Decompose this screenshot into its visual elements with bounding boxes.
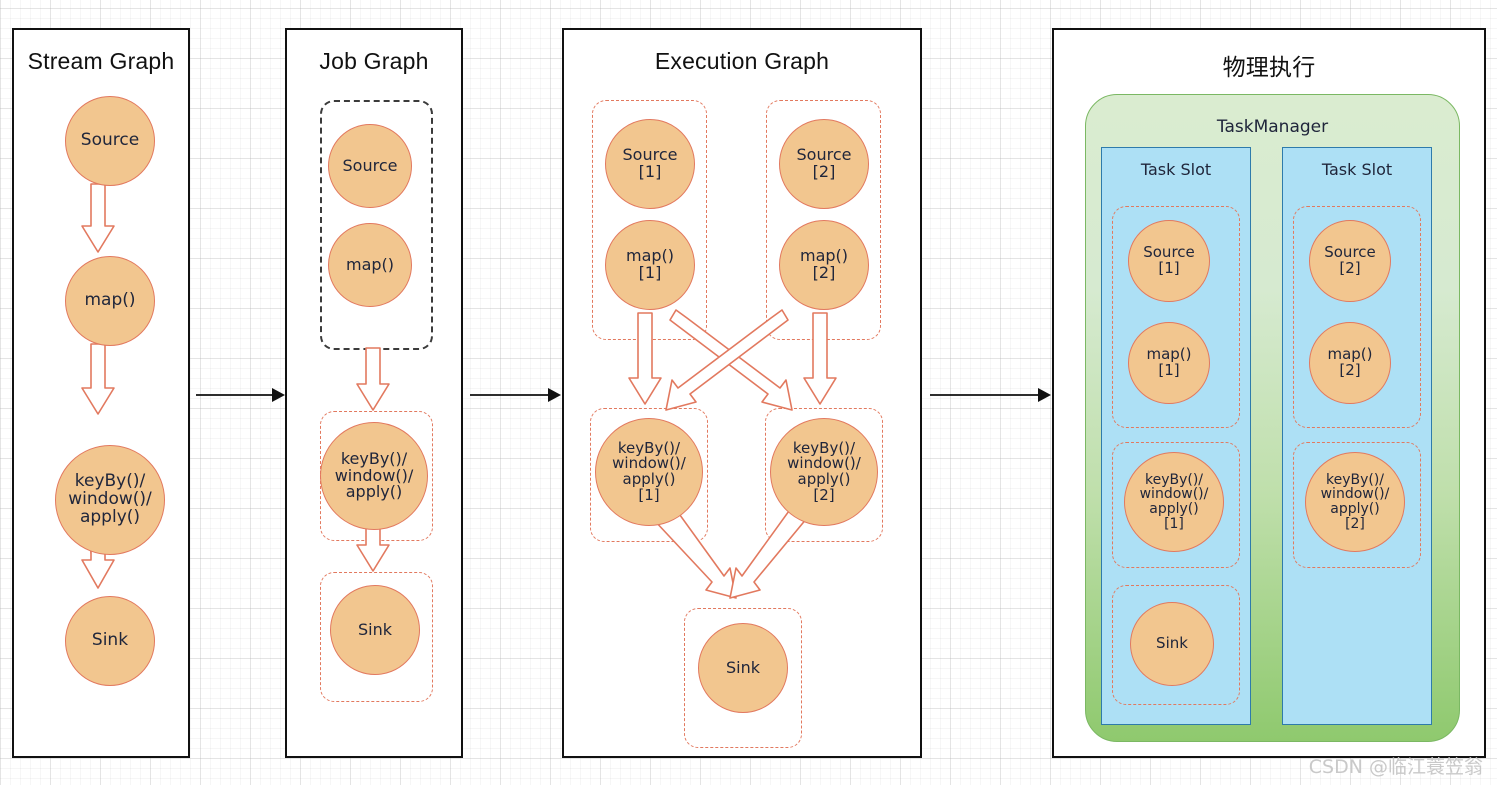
- panel-connector-2: [470, 388, 561, 402]
- node-map: map(): [328, 223, 412, 307]
- node-sink: Sink: [698, 623, 788, 713]
- node-source-1: Source [1]: [1128, 220, 1210, 302]
- node-keyby-window-apply-1: keyBy()/ window()/ apply() [1]: [595, 418, 703, 526]
- node-source-1: Source [1]: [605, 119, 695, 209]
- node-source: Source: [65, 96, 155, 186]
- node-source: Source: [328, 124, 412, 208]
- node-map: map(): [65, 256, 155, 346]
- watermark-text: CSDN @临江蓑笠翁: [1308, 756, 1483, 778]
- panel-job-graph: Job Graph Source map() keyBy()/ window()…: [285, 28, 463, 758]
- task-slot-label: Task Slot: [1321, 160, 1393, 179]
- panel-execution-graph: Execution Graph Source [1] map() [1] Sou…: [562, 28, 922, 758]
- taskmanager-label: TaskManager: [1216, 117, 1329, 137]
- node-map-1: map() [1]: [605, 220, 695, 310]
- task-slot-label: Task Slot: [1140, 160, 1212, 179]
- panel-stream-graph: Stream Graph Source map() keyBy()/ windo…: [12, 28, 190, 758]
- node-keyby-window-apply-2: keyBy()/ window()/ apply() [2]: [770, 418, 878, 526]
- node-source-2: Source [2]: [779, 119, 869, 209]
- node-map-2: map() [2]: [779, 220, 869, 310]
- panel-physical-execution: 物理执行 TaskManager Task Slot Source [1] ma…: [1052, 28, 1486, 758]
- panel-title-physical-execution: 物理执行: [1222, 55, 1316, 81]
- node-sink: Sink: [330, 585, 420, 675]
- node-keyby-window-apply: keyBy()/ window()/ apply(): [320, 422, 428, 530]
- panel-title-stream-graph: Stream Graph: [27, 48, 175, 74]
- node-keyby-window-apply: keyBy()/ window()/ apply(): [55, 445, 165, 555]
- panel-title-execution-graph: Execution Graph: [654, 48, 830, 74]
- node-keyby-window-apply-1: keyBy()/ window()/ apply() [1]: [1124, 452, 1224, 552]
- diagram-canvas: Stream Graph Source map() keyBy()/ windo…: [0, 0, 1497, 785]
- node-map-1: map() [1]: [1128, 322, 1210, 404]
- panel-connector-1: [196, 388, 285, 402]
- node-sink: Sink: [1130, 602, 1214, 686]
- node-map-2: map() [2]: [1309, 322, 1391, 404]
- panel-connector-3: [930, 388, 1051, 402]
- node-keyby-window-apply-2: keyBy()/ window()/ apply() [2]: [1305, 452, 1405, 552]
- node-source-2: Source [2]: [1309, 220, 1391, 302]
- panel-title-job-graph: Job Graph: [319, 48, 429, 74]
- node-sink: Sink: [65, 596, 155, 686]
